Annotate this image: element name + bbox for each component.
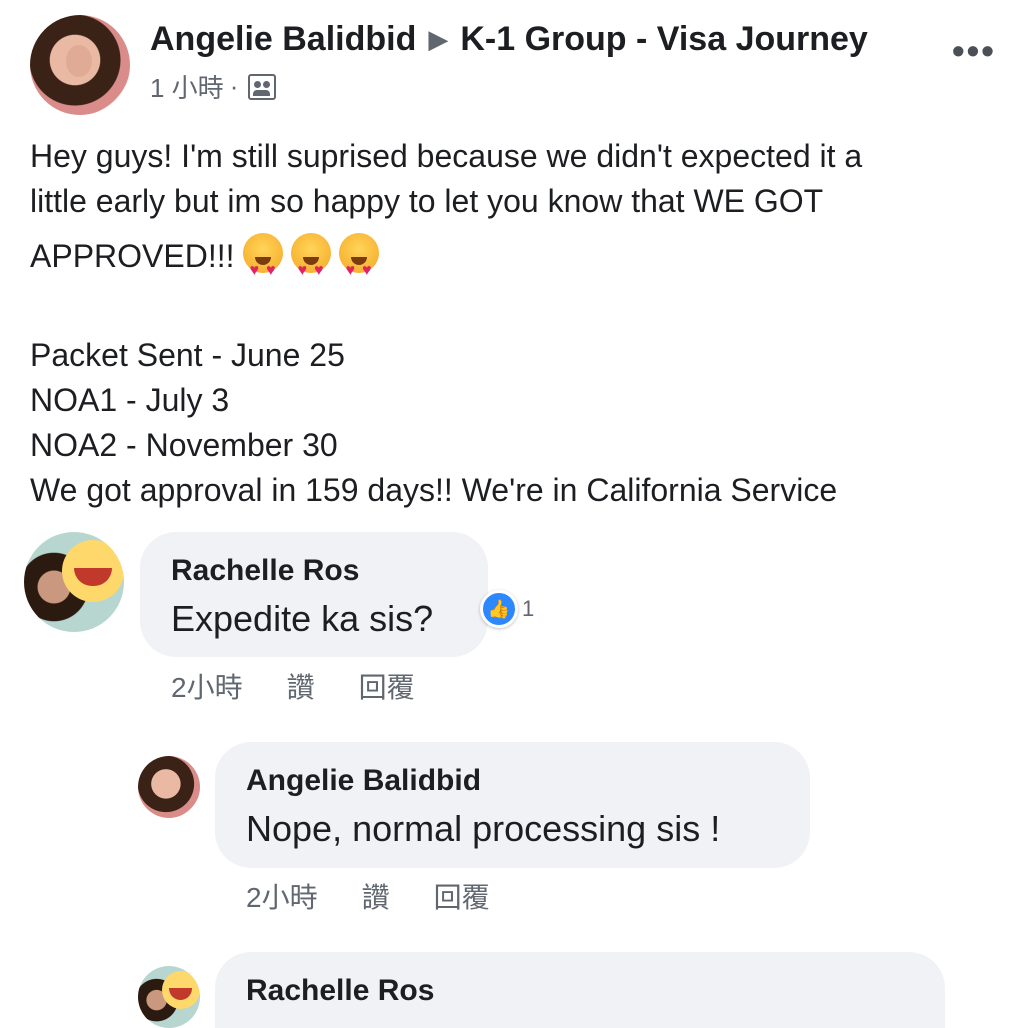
group-audience-icon (248, 73, 277, 100)
post-body-line: NOA2 - November 30 (30, 427, 338, 463)
comment-actions: 2小時 讚 回覆 (171, 666, 415, 706)
comment-author[interactable]: Rachelle Ros (171, 554, 359, 588)
post-body-text: APPROVED!!! (30, 238, 235, 274)
arrow-right-icon: ▶ (428, 24, 449, 54)
post-author-name[interactable]: Angelie Balidbid (150, 20, 416, 58)
heart-eyes-emoji-icon (242, 233, 283, 303)
like-button[interactable]: 讚 (362, 876, 390, 916)
post-body-line: Packet Sent - June 25 (30, 337, 345, 373)
comment: Rachelle Ros Expedite ka sis? 👍 1 2小時 讚 … (0, 530, 1028, 710)
reply-comment: Angelie Balidbid Nope, normal processing… (0, 740, 1028, 920)
reaction-badge[interactable]: 👍 1 (480, 590, 534, 628)
heart-eyes-emoji-icon (338, 233, 379, 303)
post-body-line: We got approval in 159 days!! We're in C… (30, 472, 838, 508)
comment-author[interactable]: Angelie Balidbid (246, 764, 481, 798)
commenter-avatar[interactable] (138, 966, 200, 1028)
post-author-line: Angelie Balidbid ▶ K-1 Group - Visa Journe… (150, 20, 868, 59)
comment-author[interactable]: Rachelle Ros (246, 974, 434, 1008)
author-avatar[interactable] (30, 15, 130, 115)
post-body-line: NOA1 - July 3 (30, 382, 230, 418)
smiley-icon (62, 540, 124, 602)
comment-timestamp: 2小時 (246, 882, 318, 913)
comment-text: Expedite ka sis? (171, 598, 434, 639)
heart-eyes-emoji-icon (290, 233, 331, 303)
reaction-count: 1 (522, 596, 535, 621)
post-timestamp[interactable]: 1 小時 (150, 68, 224, 105)
post-body-line-approved: APPROVED!!! (30, 224, 1000, 303)
post-body: Hey guys! I'm still suprised because we … (30, 134, 1000, 513)
post-header: Angelie Balidbid ▶ K-1 Group - Visa Journe… (0, 0, 1028, 120)
comment-timestamp: 2小時 (171, 672, 243, 703)
post-body-line (30, 288, 1000, 333)
like-button[interactable]: 讚 (287, 666, 315, 706)
more-options-button[interactable]: ••• (952, 30, 996, 72)
post-body-line: little early but im so happy to let you … (30, 183, 824, 219)
thumbs-up-icon: 👍 (480, 590, 518, 628)
meta-separator: · (229, 71, 239, 101)
smiley-icon (161, 970, 200, 1010)
comment-text: Nope, normal processing sis ! (246, 808, 721, 849)
reply-button[interactable]: 回覆 (359, 666, 415, 706)
reply-button[interactable]: 回覆 (434, 876, 490, 916)
commenter-avatar[interactable] (138, 756, 200, 818)
group-name[interactable]: K-1 Group - Visa Journey (460, 20, 867, 58)
post-body-line: Hey guys! I'm still suprised because we … (30, 138, 863, 174)
post-meta: 1 小時 · (150, 68, 277, 105)
comment-actions: 2小時 讚 回覆 (246, 876, 490, 916)
reply-comment: Rachelle Ros (0, 950, 1028, 1028)
commenter-avatar[interactable] (24, 532, 124, 632)
